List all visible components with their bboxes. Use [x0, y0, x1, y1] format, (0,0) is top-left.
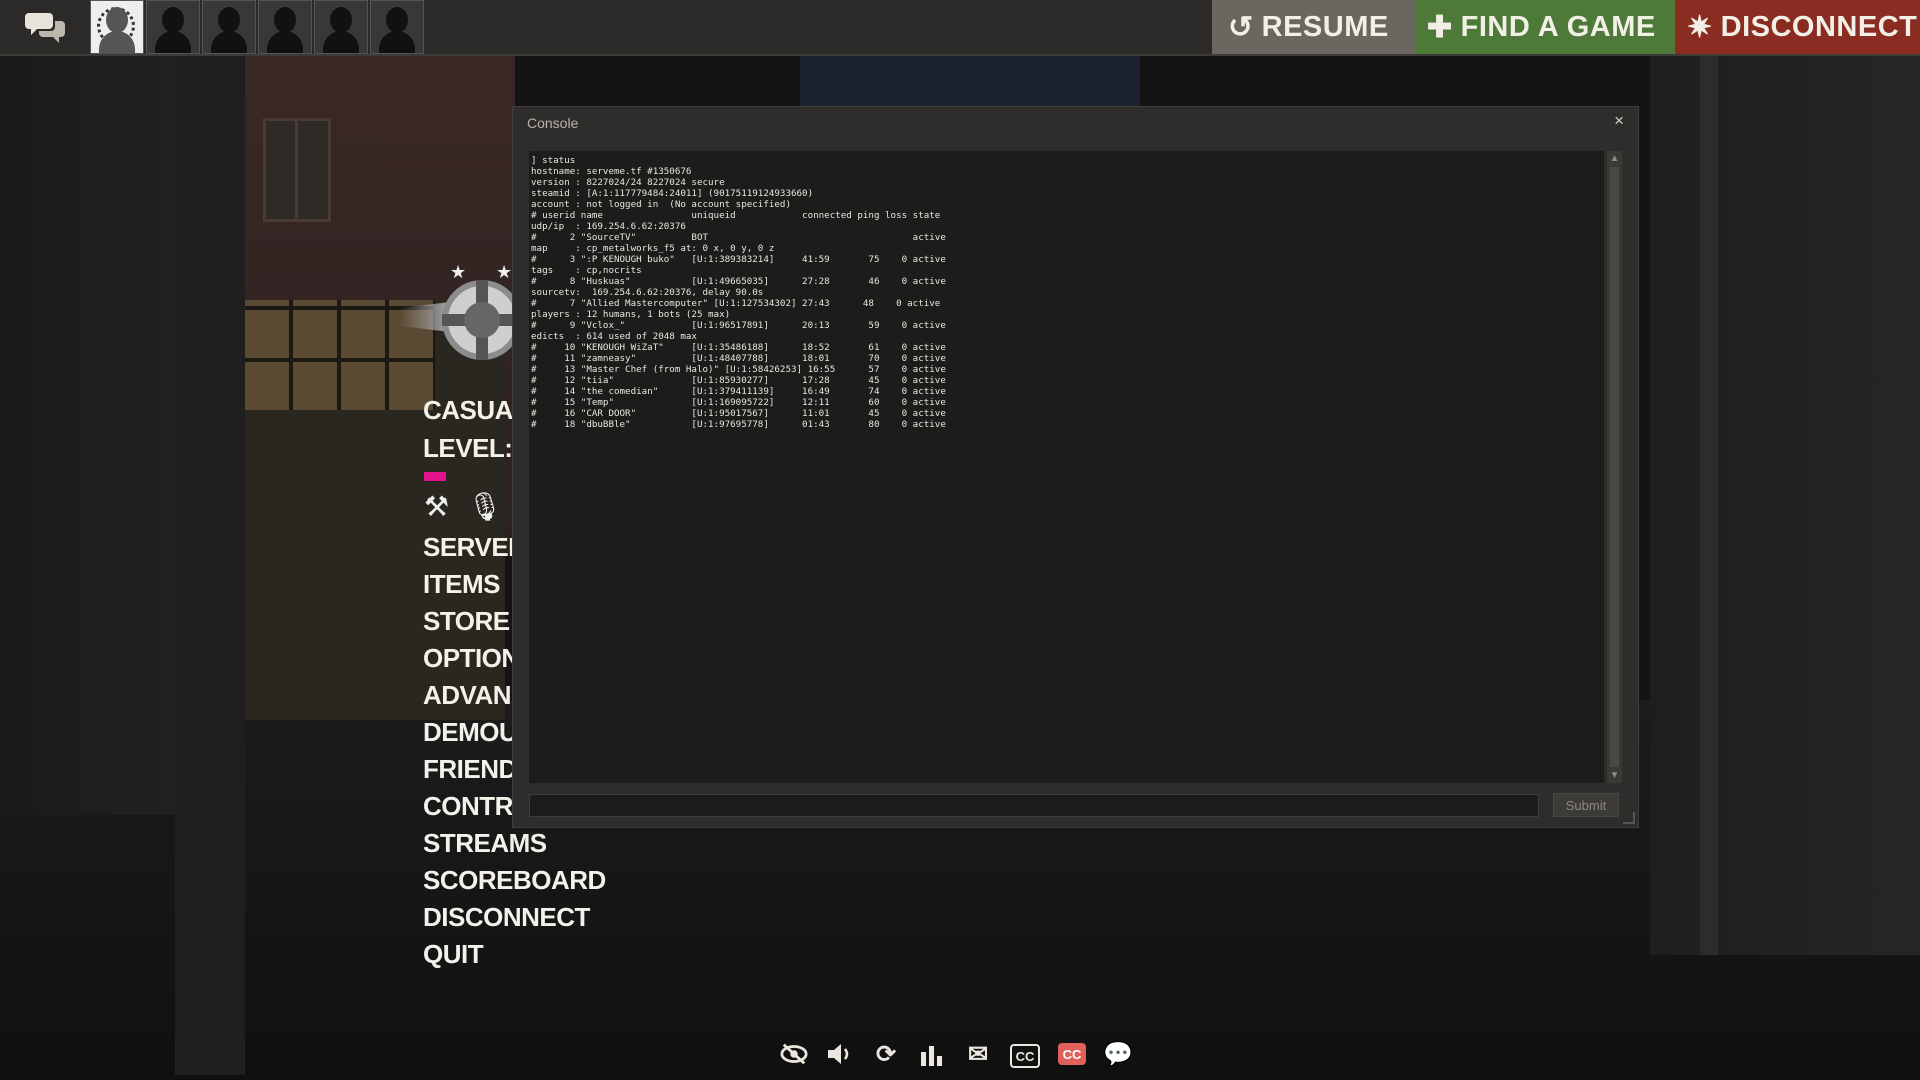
resize-grip-icon[interactable]	[1623, 812, 1635, 824]
menu-item-servers[interactable]: SERVEF	[423, 532, 524, 563]
scroll-track[interactable]	[1610, 167, 1619, 767]
mail-icon[interactable]: ✉	[964, 1040, 992, 1068]
find-game-label: FIND A GAME	[1460, 10, 1656, 43]
disconnect-icon: ✷	[1687, 10, 1713, 44]
chat-icon[interactable]: 💬	[1103, 1040, 1133, 1068]
level-label: LEVEL:	[423, 433, 513, 463]
right-wall	[1650, 55, 1920, 955]
console-input[interactable]	[529, 794, 1539, 817]
close-icon[interactable]: ×	[1614, 111, 1624, 131]
menu-item-store[interactable]: STORE	[423, 606, 510, 637]
find-game-button[interactable]: ✚ FIND A GAME	[1415, 0, 1675, 54]
console-output: ] status hostname: serveme.tf #1350676 v…	[529, 151, 1604, 783]
console-window: Console × ] status hostname: serveme.tf …	[512, 106, 1639, 828]
party-slot-empty[interactable]	[258, 0, 312, 54]
stats-icon[interactable]	[918, 1040, 946, 1068]
cc-red-icon[interactable]: CC	[1058, 1043, 1086, 1065]
scroll-up-icon[interactable]: ▲	[1607, 151, 1622, 166]
refresh-icon[interactable]: ⟳	[872, 1040, 900, 1068]
menu-item-disconnect[interactable]: DISCONNECT	[423, 902, 590, 933]
casual-label[interactable]: CASUA	[423, 395, 513, 426]
party-slot-avatar[interactable]	[90, 0, 144, 54]
console-output-text: ] status hostname: serveme.tf #1350676 v…	[531, 155, 946, 430]
party-slot-empty[interactable]	[370, 0, 424, 54]
party-slot-empty[interactable]	[146, 0, 200, 54]
casual-emblem-icon: ★ ★	[400, 262, 522, 372]
menu-item-items[interactable]: ITEMS	[423, 569, 500, 600]
console-scrollbar[interactable]: ▲ ▼	[1607, 151, 1622, 783]
beam	[1700, 55, 1718, 955]
xp-progress-bar	[424, 472, 446, 481]
submit-button[interactable]: Submit	[1553, 793, 1619, 817]
menu-item-scoreboard[interactable]: SCOREBOARD	[423, 865, 606, 896]
mute-mic-icon[interactable]: 🎙	[467, 490, 503, 523]
hide-eye-icon[interactable]	[780, 1040, 808, 1068]
resume-icon: ↺	[1228, 10, 1254, 44]
console-title: Console	[527, 115, 579, 131]
menu-item-options[interactable]: OPTION	[423, 643, 520, 674]
voice-controls: ⚒ 🎙	[424, 490, 503, 523]
party-slots	[90, 0, 424, 54]
find-game-icon: ✚	[1427, 10, 1453, 44]
scroll-down-icon[interactable]: ▼	[1607, 768, 1622, 783]
pillar	[175, 55, 245, 1075]
speaker-icon[interactable]	[826, 1040, 854, 1068]
hammer-icon[interactable]: ⚒	[424, 490, 449, 523]
resume-label: RESUME	[1261, 10, 1389, 43]
menu-item-friends[interactable]: FRIEND	[423, 754, 517, 785]
menu-item-contracts[interactable]: CONTR	[423, 791, 513, 822]
building-window	[263, 118, 331, 222]
cc-icon[interactable]: CC	[1010, 1044, 1040, 1068]
menu-item-quit[interactable]: QUIT	[423, 939, 484, 970]
party-slot-empty[interactable]	[202, 0, 256, 54]
chat-bubbles-icon[interactable]	[10, 4, 80, 50]
disconnect-top-button[interactable]: ✷ DISCONNECT	[1675, 0, 1920, 54]
bottom-icon-bar: ⟳ ✉ CC CC 💬	[780, 1040, 1133, 1068]
menu-item-advanced[interactable]: ADVAN	[423, 680, 512, 711]
top-bar: ↺ RESUME ✚ FIND A GAME ✷ DISCONNECT	[0, 0, 1920, 56]
disconnect-label: DISCONNECT	[1720, 10, 1918, 43]
menu-item-demoui[interactable]: DEMOU	[423, 717, 518, 748]
menu-item-streams[interactable]: STREAMS	[423, 828, 547, 859]
party-slot-empty[interactable]	[314, 0, 368, 54]
resume-button[interactable]: ↺ RESUME	[1212, 0, 1415, 54]
